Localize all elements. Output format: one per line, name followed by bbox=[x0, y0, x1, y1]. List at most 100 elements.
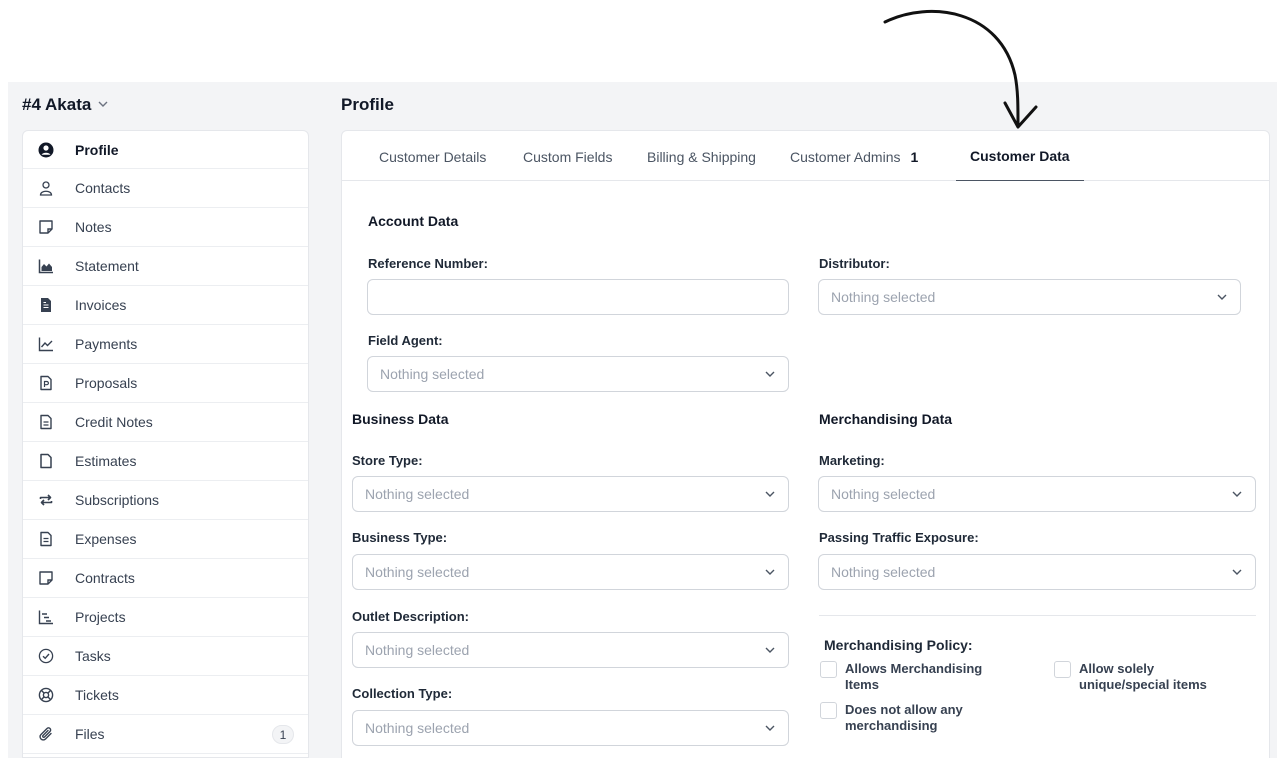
select-value: Nothing selected bbox=[365, 564, 470, 580]
chevron-down-icon bbox=[1216, 291, 1228, 303]
sidebar-item-contracts[interactable]: Contracts bbox=[23, 559, 308, 598]
sidebar-item-invoices[interactable]: Invoices bbox=[23, 286, 308, 325]
distributor-select[interactable]: Nothing selected bbox=[818, 279, 1241, 315]
sidebar-item-proposals[interactable]: Proposals bbox=[23, 364, 308, 403]
sidebar-item-label: Estimates bbox=[75, 453, 137, 469]
checkbox[interactable] bbox=[820, 661, 837, 678]
marketing-select[interactable]: Nothing selected bbox=[818, 476, 1256, 512]
select-value: Nothing selected bbox=[365, 642, 470, 658]
credit-note-icon bbox=[37, 413, 55, 431]
client-switcher[interactable]: #4 Akata bbox=[22, 95, 109, 115]
proposal-file-icon bbox=[37, 374, 55, 392]
field-agent-label: Field Agent: bbox=[368, 333, 443, 348]
check-circle-icon bbox=[37, 647, 55, 665]
marketing-label: Marketing: bbox=[819, 453, 885, 468]
policy-option-no-merch[interactable]: Does not allow any merchandising bbox=[820, 702, 963, 734]
sidebar-item-label: Credit Notes bbox=[75, 414, 153, 430]
area-chart-icon bbox=[37, 257, 55, 275]
chevron-down-icon bbox=[764, 722, 776, 734]
sidebar-item-notes[interactable]: Notes bbox=[23, 208, 308, 247]
sidebar-item-projects[interactable]: Projects bbox=[23, 598, 308, 637]
store-type-label: Store Type: bbox=[352, 453, 423, 468]
sidebar-item-expenses[interactable]: Expenses bbox=[23, 520, 308, 559]
tab-label: Customer Details bbox=[379, 148, 487, 165]
business-type-select[interactable]: Nothing selected bbox=[352, 554, 789, 590]
chevron-down-icon bbox=[764, 566, 776, 578]
policy-option-unique-items[interactable]: Allow solely unique/special items bbox=[1054, 661, 1207, 693]
customer-data-panel: Account Data Reference Number: Distribut… bbox=[341, 181, 1270, 758]
tab-label: Billing & Shipping bbox=[647, 148, 756, 165]
sidebar-item-profile[interactable]: Profile bbox=[23, 131, 308, 169]
reference-number-label: Reference Number: bbox=[368, 256, 488, 271]
chevron-down-icon bbox=[764, 644, 776, 656]
checkbox[interactable] bbox=[1054, 661, 1071, 678]
sidebar-item-files[interactable]: Files 1 bbox=[23, 715, 308, 754]
option-label-line: unique/special items bbox=[1079, 677, 1207, 692]
sidebar-item-estimates[interactable]: Estimates bbox=[23, 442, 308, 481]
tab-customer-details[interactable]: Customer Details bbox=[379, 131, 486, 182]
sidebar-item-label: Tasks bbox=[75, 648, 111, 664]
sidebar-item-tasks[interactable]: Tasks bbox=[23, 637, 308, 676]
select-value: Nothing selected bbox=[365, 720, 470, 736]
tab-label: Customer Admins bbox=[790, 148, 901, 165]
sidebar-item-label: Contracts bbox=[75, 570, 135, 586]
sidebar-item-label: Invoices bbox=[75, 297, 127, 313]
sidebar-item-statement[interactable]: Statement bbox=[23, 247, 308, 286]
sidebar-item-label: Payments bbox=[75, 336, 138, 352]
sidebar-item-label: Projects bbox=[75, 609, 126, 625]
paperclip-icon bbox=[37, 725, 55, 743]
gantt-icon bbox=[37, 608, 55, 626]
collection-type-select[interactable]: Nothing selected bbox=[352, 710, 789, 746]
outlet-description-select[interactable]: Nothing selected bbox=[352, 632, 789, 668]
sidebar-item-tickets[interactable]: Tickets bbox=[23, 676, 308, 715]
repeat-icon bbox=[37, 491, 55, 509]
customer-admins-count: 1 bbox=[910, 148, 919, 165]
sidebar-item-label: Proposals bbox=[75, 375, 138, 391]
business-data-title: Business Data bbox=[352, 411, 449, 427]
field-agent-select[interactable]: Nothing selected bbox=[367, 356, 789, 392]
tab-customer-data[interactable]: Customer Data bbox=[956, 131, 1084, 182]
tab-billing-shipping[interactable]: Billing & Shipping bbox=[647, 131, 756, 182]
checkbox[interactable] bbox=[820, 702, 837, 719]
chevron-down-icon bbox=[764, 488, 776, 500]
option-label-line: Allow solely bbox=[1079, 661, 1155, 676]
sidebar-item-label: Notes bbox=[75, 219, 112, 235]
tab-custom-fields[interactable]: Custom Fields bbox=[523, 131, 612, 182]
reference-number-input[interactable] bbox=[367, 279, 789, 315]
sidebar: Profile Contacts Notes Statement Invoice… bbox=[22, 130, 309, 758]
sidebar-item-label: Expenses bbox=[75, 531, 137, 547]
file-icon bbox=[37, 452, 55, 470]
life-ring-icon bbox=[37, 686, 55, 704]
option-label: Allows Merchandising Items bbox=[845, 661, 982, 693]
sidebar-item-contacts[interactable]: Contacts bbox=[23, 169, 308, 208]
expense-file-icon bbox=[37, 530, 55, 548]
policy-option-allows-merch[interactable]: Allows Merchandising Items bbox=[820, 661, 982, 693]
client-name: #4 Akata bbox=[22, 95, 92, 114]
chevron-down-icon bbox=[764, 368, 776, 380]
option-label: Does not allow any merchandising bbox=[845, 702, 963, 734]
user-icon bbox=[37, 179, 55, 197]
user-circle-icon bbox=[37, 141, 55, 159]
annotation-arrow-icon bbox=[883, 10, 1038, 129]
sidebar-item-label: Tickets bbox=[75, 687, 119, 703]
sidebar-item-credit-notes[interactable]: Credit Notes bbox=[23, 403, 308, 442]
sidebar-item-label: Statement bbox=[75, 258, 139, 274]
page-title: Profile bbox=[341, 95, 394, 114]
select-value: Nothing selected bbox=[831, 564, 936, 580]
select-value: Nothing selected bbox=[365, 486, 470, 502]
passing-traffic-select[interactable]: Nothing selected bbox=[818, 554, 1256, 590]
select-value: Nothing selected bbox=[380, 366, 485, 382]
merchandising-data-title: Merchandising Data bbox=[819, 411, 953, 427]
sidebar-item-label: Subscriptions bbox=[75, 492, 160, 508]
chevron-down-icon bbox=[1231, 566, 1243, 578]
store-type-select[interactable]: Nothing selected bbox=[352, 476, 789, 512]
option-label-line: Allows Merchandising bbox=[845, 661, 983, 676]
profile-tabs: Customer Details Custom Fields Billing &… bbox=[341, 130, 1270, 182]
tab-label: Customer Data bbox=[970, 147, 1070, 164]
sidebar-item-subscriptions[interactable]: Subscriptions bbox=[23, 481, 308, 520]
sidebar-item-payments[interactable]: Payments bbox=[23, 325, 308, 364]
distributor-label: Distributor: bbox=[819, 256, 890, 271]
tab-customer-admins[interactable]: Customer Admins 1 bbox=[790, 131, 918, 182]
file-text-icon bbox=[37, 296, 55, 314]
contract-icon bbox=[37, 569, 55, 587]
